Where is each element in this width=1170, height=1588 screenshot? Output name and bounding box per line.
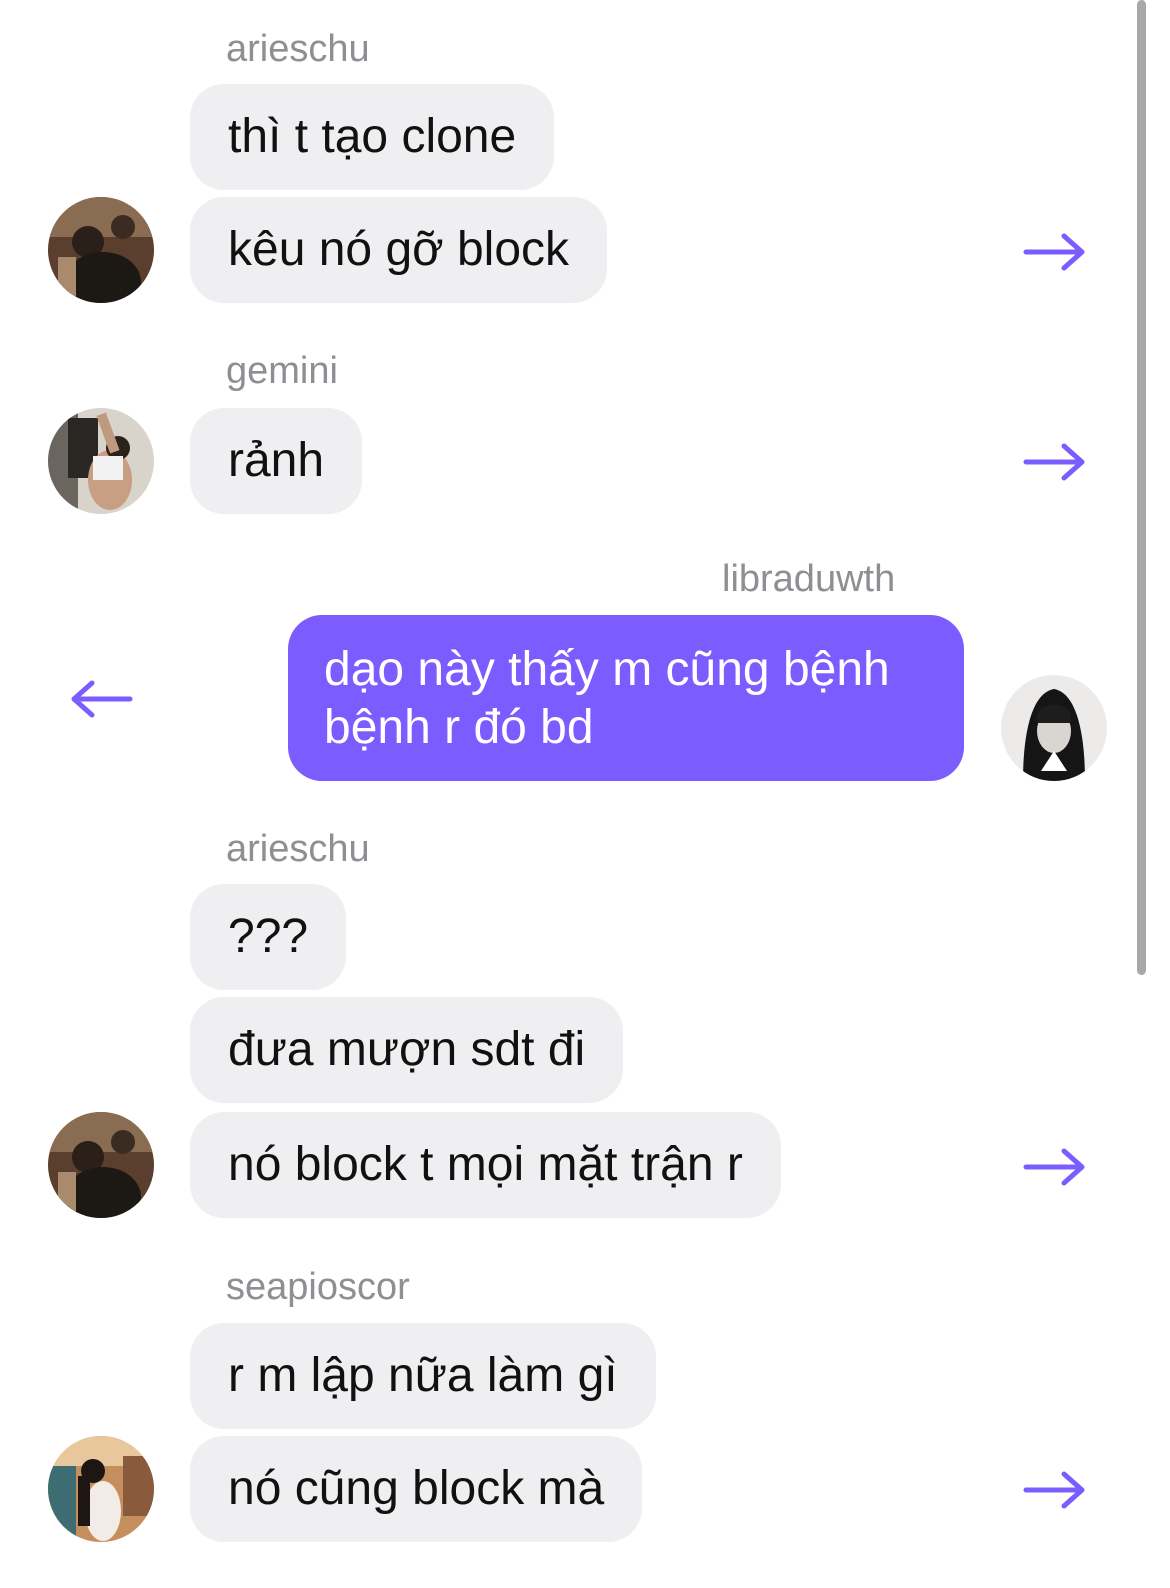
sender-name: gemini (226, 350, 338, 392)
message-bubble[interactable]: đưa mượn sdt đi (190, 997, 624, 1103)
sender-name: arieschu (226, 828, 370, 870)
avatar-arieschu[interactable] (48, 197, 154, 303)
sender-name: libraduwth (722, 558, 896, 600)
arrow-right-icon[interactable] (1022, 1470, 1088, 1510)
arrow-left-icon[interactable] (68, 679, 134, 719)
message-bubble[interactable]: rảnh (190, 408, 363, 514)
arrow-right-icon[interactable] (1022, 1147, 1088, 1187)
message-bubble[interactable]: kêu nó gỡ block (190, 197, 608, 303)
message-bubble-mine[interactable]: dạo này thấy m cũng bệnh bệnh r đó bd (288, 615, 964, 781)
chat-thread: arieschu thì t tạo clone kêu nó gỡ block… (0, 0, 1170, 1588)
avatar-arieschu[interactable] (48, 1112, 154, 1218)
message-bubble[interactable]: nó cũng block mà (190, 1436, 643, 1542)
message-bubble[interactable]: nó block t mọi mặt trận r (190, 1112, 781, 1218)
arrow-right-icon[interactable] (1022, 232, 1088, 272)
message-bubble[interactable]: thì t tạo clone (190, 84, 555, 190)
message-bubble[interactable]: r m lập nữa làm gì (190, 1323, 656, 1429)
arrow-right-icon[interactable] (1022, 442, 1088, 482)
scrollbar[interactable] (1137, 0, 1146, 975)
sender-name: seapioscor (226, 1266, 410, 1308)
avatar-gemini[interactable] (48, 408, 154, 514)
avatar-seapioscor[interactable] (48, 1436, 154, 1542)
message-bubble[interactable]: ??? (190, 884, 347, 990)
avatar-libraduwth[interactable] (1001, 675, 1107, 781)
sender-name: arieschu (226, 28, 370, 70)
